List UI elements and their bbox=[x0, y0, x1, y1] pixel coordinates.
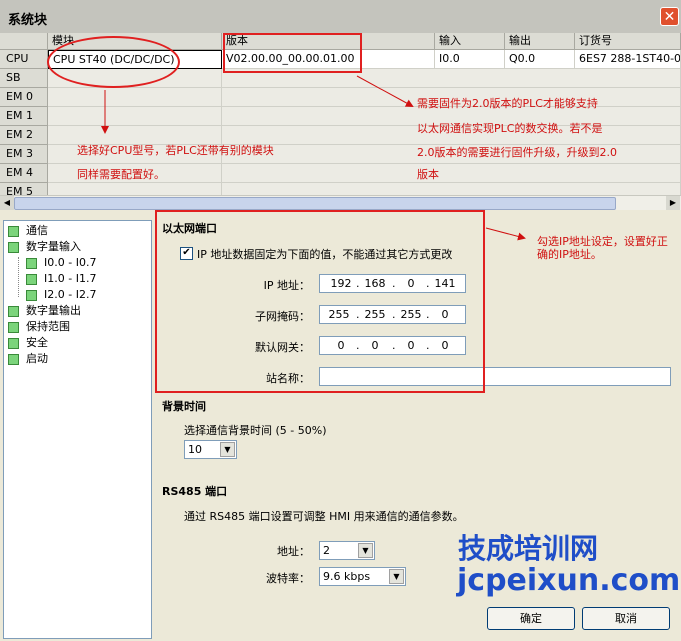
fw-note-line4: 版本 bbox=[417, 168, 439, 181]
fw-note-line3: 2.0版本的需要进行固件升级，升级到2.0 bbox=[417, 146, 617, 159]
ip-arrow bbox=[485, 227, 526, 241]
ip-note-line2: 确的IP地址。 bbox=[537, 248, 602, 261]
cpu-note-line2: 同样需要配置好。 bbox=[77, 168, 165, 181]
watermark-url: jcpeixun.com bbox=[457, 563, 681, 598]
cpu-note-line1: 选择好CPU型号，若PLC还带有别的模块 bbox=[77, 144, 274, 157]
version-arrow bbox=[356, 75, 414, 107]
fw-note-line1: 需要固件为2.0版本的PLC才能够支持 bbox=[417, 97, 598, 110]
fw-note-line2: 以太网通信实现PLC的数交换。若不是 bbox=[417, 122, 603, 135]
watermark-title: 技成培训网 bbox=[458, 532, 599, 565]
